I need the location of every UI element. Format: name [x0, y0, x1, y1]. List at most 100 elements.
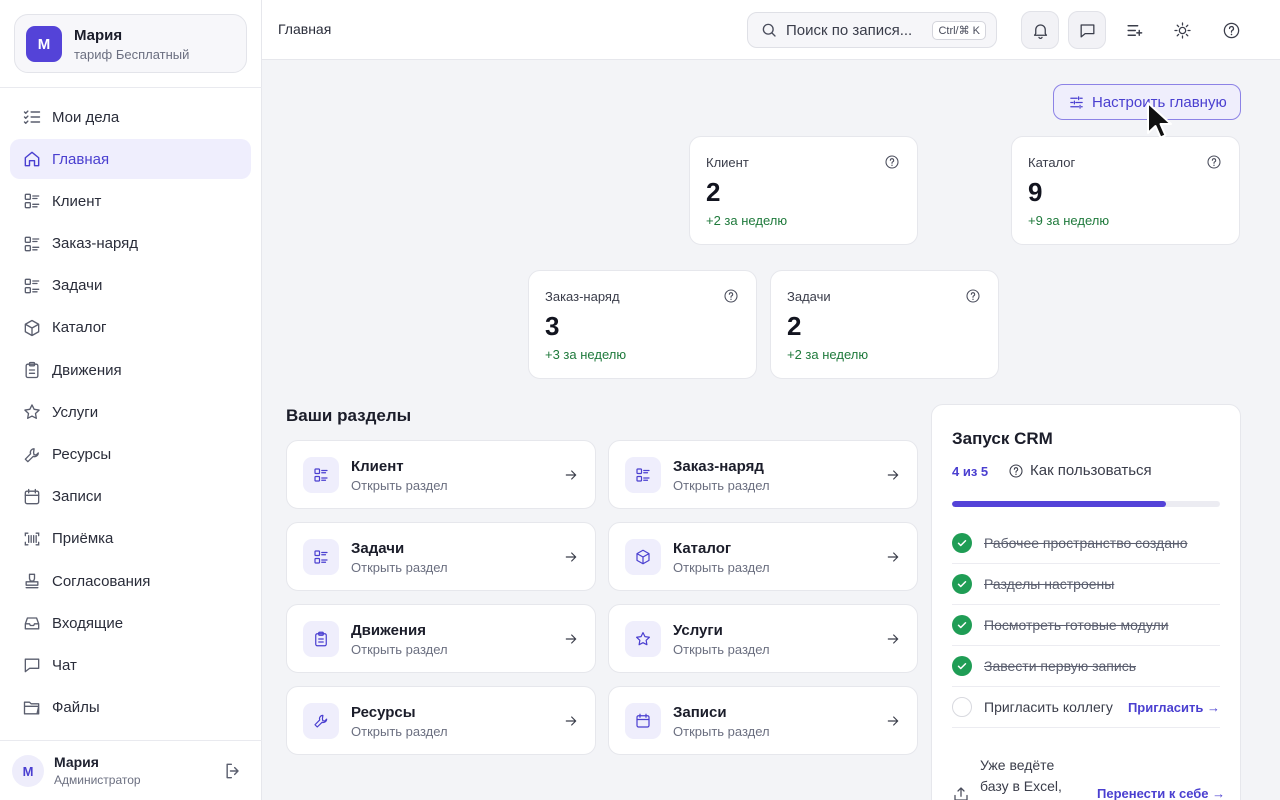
breadcrumb: Главная — [278, 21, 332, 37]
clipboard-icon — [22, 360, 42, 380]
crm-progress-bar — [952, 501, 1220, 507]
stat-label: Клиент — [706, 155, 749, 170]
sidebar-item-label: Каталог — [52, 319, 107, 337]
messages-button[interactable] — [1068, 11, 1106, 49]
sidebar-item-label: Приёмка — [52, 530, 114, 548]
checkbox-icon[interactable] — [952, 574, 972, 594]
how-to-use-label: Как пользоваться — [1030, 462, 1152, 479]
sidebar-item[interactable]: Приёмка — [10, 519, 251, 559]
workspace-account-card[interactable]: М Мария тариф Бесплатный — [14, 14, 247, 73]
section-tile[interactable]: Заказ-наряд Открыть раздел — [608, 440, 918, 509]
section-tile[interactable]: Ресурсы Открыть раздел — [286, 686, 596, 755]
stat-delta: +2 за неделю — [706, 213, 788, 228]
bell-icon — [1031, 21, 1050, 40]
stat-delta: +2 за неделю — [787, 347, 869, 362]
sidebar-item[interactable]: Мои дела — [10, 97, 251, 137]
theme-toggle-button[interactable] — [1163, 11, 1201, 49]
sidebar-item[interactable]: Входящие — [10, 603, 251, 643]
checkbox-icon[interactable] — [952, 615, 972, 635]
sidebar-item[interactable]: Главная — [10, 139, 251, 180]
section-title: Задачи — [351, 540, 405, 557]
checklist-item[interactable]: Завести первую запись — [952, 646, 1220, 687]
sidebar-item-label: Клиент — [52, 192, 102, 210]
section-tile[interactable]: Записи Открыть раздел — [608, 686, 918, 755]
checkbox-icon[interactable] — [952, 697, 972, 717]
section-icon-badge — [625, 539, 661, 575]
sidebar-item[interactable]: Заказ-наряд — [10, 224, 251, 264]
section-icon-badge — [303, 539, 339, 575]
help-icon[interactable] — [1206, 154, 1222, 170]
check-icon — [956, 578, 968, 590]
quick-add-button[interactable] — [1115, 11, 1153, 49]
sidebar-item[interactable]: Услуги — [10, 392, 251, 432]
help-icon[interactable] — [965, 288, 981, 304]
notifications-button[interactable] — [1021, 11, 1059, 49]
user-avatar[interactable]: М — [12, 755, 44, 787]
sidebar-item[interactable]: Файлы — [10, 688, 251, 728]
checklist-label: Завести первую запись — [984, 658, 1137, 674]
sidebar-item[interactable]: Чат — [10, 645, 251, 685]
section-icon-badge — [303, 703, 339, 739]
sidebar-item[interactable]: Каталог — [10, 308, 251, 348]
checklist-label: Посмотреть готовые модули — [984, 617, 1169, 633]
section-icon-badge — [303, 457, 339, 493]
checklist-item[interactable]: Разделы настроены — [952, 564, 1220, 605]
stat-card-work-order[interactable]: Заказ-наряд 3 +3 за неделю — [528, 270, 757, 379]
search-placeholder: Поиск по запися... — [786, 21, 913, 39]
stat-value: 3 — [545, 311, 560, 341]
sidebar-item[interactable]: Движения — [10, 350, 251, 390]
grid-list-icon — [312, 466, 330, 484]
arrow-right-icon — [563, 467, 579, 483]
stat-value: 9 — [1028, 177, 1043, 207]
sidebar-item[interactable]: Задачи — [10, 266, 251, 306]
stat-value: 2 — [706, 177, 721, 207]
how-to-use-link[interactable]: Как пользоваться — [1008, 462, 1152, 479]
stat-card-client[interactable]: Клиент 2 +2 за неделю — [689, 136, 918, 245]
box-icon — [22, 318, 42, 338]
section-tile[interactable]: Каталог Открыть раздел — [608, 522, 918, 591]
section-tile[interactable]: Услуги Открыть раздел — [608, 604, 918, 673]
calendar-icon — [22, 487, 42, 507]
section-tile[interactable]: Клиент Открыть раздел — [286, 440, 596, 509]
checklist-label: Рабочее пространство создано — [984, 535, 1188, 551]
sidebar-item[interactable]: Согласования — [10, 561, 251, 601]
user-name: Мария — [54, 754, 99, 770]
clipboard-icon — [312, 630, 330, 648]
invite-link[interactable]: Пригласить → — [1128, 700, 1220, 715]
wrench-icon — [312, 712, 330, 730]
arrow-right-icon — [885, 631, 901, 647]
grid-list-icon — [22, 234, 42, 254]
stat-card-tasks[interactable]: Задачи 2 +2 за неделю — [770, 270, 999, 379]
section-subtitle: Открыть раздел — [673, 724, 770, 739]
help-icon[interactable] — [723, 288, 739, 304]
sidebar-item-label: Движения — [52, 361, 122, 379]
sidebar-item[interactable]: Клиент — [10, 181, 251, 221]
arrow-right-icon — [885, 713, 901, 729]
sidebar-item-label: Заказ-наряд — [52, 235, 139, 253]
checkbox-icon[interactable] — [952, 533, 972, 553]
home-icon — [22, 149, 42, 169]
checklist-item[interactable]: Посмотреть готовые модули — [952, 605, 1220, 646]
stamp-icon — [22, 571, 42, 591]
section-title: Заказ-наряд — [673, 458, 764, 475]
help-button[interactable] — [1212, 11, 1250, 49]
sidebar-item-label: Согласования — [52, 572, 151, 590]
sidebar-item[interactable]: Записи — [10, 477, 251, 517]
import-link[interactable]: Перенести к себе → — [1097, 786, 1225, 800]
sidebar-item-label: Задачи — [52, 277, 103, 295]
star-icon — [634, 630, 652, 648]
section-tile[interactable]: Движения Открыть раздел — [286, 604, 596, 673]
checklist-item[interactable]: Пригласить коллегу Пригласить → — [952, 687, 1220, 728]
sidebar-item[interactable]: Ресурсы — [10, 435, 251, 475]
sidebar-item-label: Услуги — [52, 403, 99, 421]
section-tile[interactable]: Задачи Открыть раздел — [286, 522, 596, 591]
help-icon[interactable] — [884, 154, 900, 170]
stat-card-catalog[interactable]: Каталог 9 +9 за неделю — [1011, 136, 1240, 245]
task-list-icon — [22, 107, 42, 127]
chat-icon — [1078, 21, 1097, 40]
logout-icon[interactable] — [223, 761, 243, 781]
checklist-item[interactable]: Рабочее пространство создано — [952, 523, 1220, 564]
search-input[interactable]: Поиск по запися... Ctrl/⌘ K — [747, 12, 997, 48]
checkbox-icon[interactable] — [952, 656, 972, 676]
sliders-icon — [1068, 94, 1085, 111]
